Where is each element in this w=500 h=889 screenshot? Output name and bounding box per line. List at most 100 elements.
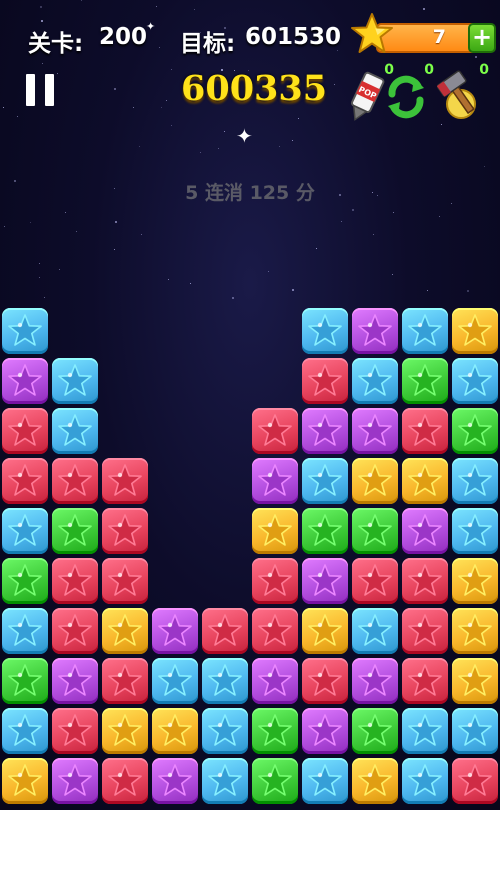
purple-star-tile[interactable] xyxy=(252,658,298,704)
red-star-tile[interactable] xyxy=(202,608,248,654)
purple-star-tile[interactable] xyxy=(302,408,348,454)
red-star-tile[interactable] xyxy=(52,458,98,504)
purple-star-tile[interactable] xyxy=(402,508,448,554)
green-star-tile[interactable] xyxy=(52,508,98,554)
red-star-tile[interactable] xyxy=(452,758,498,804)
blue-star-tile[interactable] xyxy=(402,308,448,354)
red-star-tile[interactable] xyxy=(102,458,148,504)
red-star-tile[interactable] xyxy=(252,408,298,454)
yellow-star-tile[interactable] xyxy=(452,308,498,354)
purple-star-tile[interactable] xyxy=(152,608,198,654)
blue-star-tile[interactable] xyxy=(452,508,498,554)
add-coins-button[interactable]: + xyxy=(468,23,496,53)
green-star-tile[interactable] xyxy=(2,558,48,604)
blue-star-tile[interactable] xyxy=(302,308,348,354)
yellow-star-tile[interactable] xyxy=(102,608,148,654)
red-star-tile[interactable] xyxy=(402,408,448,454)
purple-star-tile[interactable] xyxy=(352,658,398,704)
blue-star-tile[interactable] xyxy=(452,458,498,504)
refresh-tool-icon xyxy=(388,75,424,119)
star-icon xyxy=(308,464,342,496)
yellow-star-tile[interactable] xyxy=(102,708,148,754)
purple-star-tile[interactable] xyxy=(352,308,398,354)
red-star-tile[interactable] xyxy=(302,658,348,704)
purple-star-tile[interactable] xyxy=(52,658,98,704)
red-star-tile[interactable] xyxy=(102,658,148,704)
purple-star-tile[interactable] xyxy=(52,758,98,804)
background-star xyxy=(373,234,374,235)
red-star-tile[interactable] xyxy=(102,558,148,604)
purple-star-tile[interactable] xyxy=(302,558,348,604)
blue-star-tile[interactable] xyxy=(452,708,498,754)
red-star-tile[interactable] xyxy=(102,508,148,554)
purple-star-tile[interactable] xyxy=(2,358,48,404)
blue-star-tile[interactable] xyxy=(302,458,348,504)
star-icon xyxy=(408,614,442,646)
green-star-tile[interactable] xyxy=(402,358,448,404)
star-icon xyxy=(308,664,342,696)
background-star xyxy=(59,269,60,270)
red-star-tile[interactable] xyxy=(352,558,398,604)
blue-star-tile[interactable] xyxy=(202,658,248,704)
star-icon xyxy=(458,614,492,646)
green-star-tile[interactable] xyxy=(352,708,398,754)
yellow-star-tile[interactable] xyxy=(452,558,498,604)
red-star-tile[interactable] xyxy=(52,558,98,604)
refresh-tool-button[interactable]: 0 xyxy=(382,62,434,124)
yellow-star-tile[interactable] xyxy=(452,608,498,654)
yellow-star-tile[interactable] xyxy=(2,758,48,804)
green-star-tile[interactable] xyxy=(252,758,298,804)
yellow-star-tile[interactable] xyxy=(252,508,298,554)
red-star-tile[interactable] xyxy=(52,608,98,654)
red-star-tile[interactable] xyxy=(102,758,148,804)
purple-star-tile[interactable] xyxy=(152,758,198,804)
blue-star-tile[interactable] xyxy=(202,758,248,804)
yellow-star-tile[interactable] xyxy=(152,708,198,754)
yellow-star-tile[interactable] xyxy=(402,458,448,504)
blue-star-tile[interactable] xyxy=(202,708,248,754)
combo-message: 5 连消 125 分 xyxy=(185,182,315,204)
purple-star-tile[interactable] xyxy=(252,458,298,504)
pause-button[interactable] xyxy=(26,74,54,106)
yellow-star-tile[interactable] xyxy=(352,458,398,504)
blue-star-tile[interactable] xyxy=(352,608,398,654)
blue-star-tile[interactable] xyxy=(2,308,48,354)
blue-star-tile[interactable] xyxy=(2,708,48,754)
red-star-tile[interactable] xyxy=(2,408,48,454)
star-icon xyxy=(458,414,492,446)
hammer-tool-icon xyxy=(436,70,476,119)
blue-star-tile[interactable] xyxy=(402,758,448,804)
red-star-tile[interactable] xyxy=(402,608,448,654)
blue-star-tile[interactable] xyxy=(2,608,48,654)
green-star-tile[interactable] xyxy=(452,408,498,454)
green-star-tile[interactable] xyxy=(2,658,48,704)
blue-star-tile[interactable] xyxy=(302,758,348,804)
purple-star-tile[interactable] xyxy=(302,708,348,754)
red-star-tile[interactable] xyxy=(2,458,48,504)
blue-star-tile[interactable] xyxy=(452,358,498,404)
yellow-star-tile[interactable] xyxy=(302,608,348,654)
star-icon xyxy=(258,714,292,746)
blue-star-tile[interactable] xyxy=(402,708,448,754)
red-star-tile[interactable] xyxy=(402,558,448,604)
red-star-tile[interactable] xyxy=(252,608,298,654)
blue-star-tile[interactable] xyxy=(152,658,198,704)
purple-star-tile[interactable] xyxy=(352,408,398,454)
star-icon xyxy=(258,764,292,796)
blue-star-tile[interactable] xyxy=(2,508,48,554)
blue-star-tile[interactable] xyxy=(352,358,398,404)
yellow-star-tile[interactable] xyxy=(452,658,498,704)
red-star-tile[interactable] xyxy=(402,658,448,704)
green-star-tile[interactable] xyxy=(352,508,398,554)
hammer-tool-button[interactable]: 0 xyxy=(436,62,489,124)
red-star-tile[interactable] xyxy=(252,558,298,604)
yellow-star-tile[interactable] xyxy=(352,758,398,804)
green-star-tile[interactable] xyxy=(252,708,298,754)
red-star-tile[interactable] xyxy=(302,358,348,404)
background-star xyxy=(168,279,169,280)
red-star-tile[interactable] xyxy=(52,708,98,754)
blue-star-tile[interactable] xyxy=(52,408,98,454)
blue-star-tile[interactable] xyxy=(52,358,98,404)
green-star-tile[interactable] xyxy=(302,508,348,554)
star-icon xyxy=(308,564,342,596)
